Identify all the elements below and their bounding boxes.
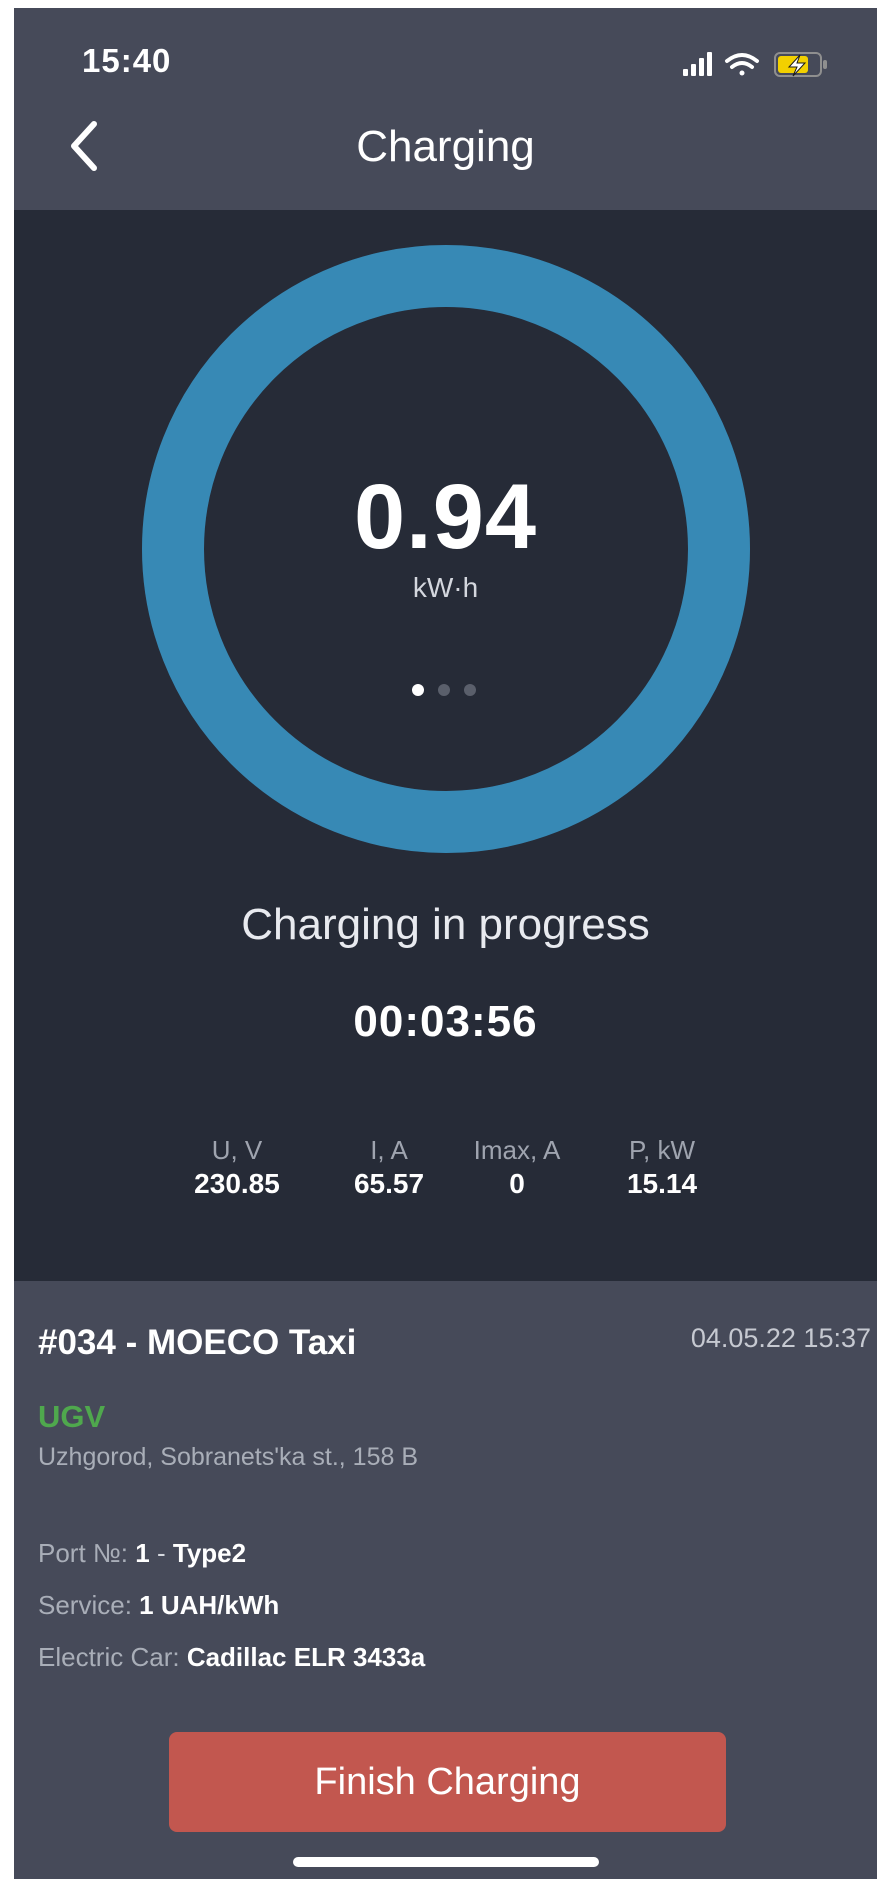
charging-panel: 0.94 kW·h Charging in progress 00:03:56 … [14, 210, 877, 1281]
car-row: Electric Car: Cadillac ELR 3433a [38, 1642, 425, 1673]
metric-value: 0 [509, 1168, 525, 1199]
metric-current: I, A 65.57 [319, 1135, 459, 1200]
car-value: Cadillac ELR 3433a [186, 1642, 426, 1672]
page-dot-3[interactable] [464, 684, 476, 696]
station-title: #034 - MOECO Taxi [38, 1323, 357, 1362]
energy-value: 0.94 [353, 466, 538, 568]
metrics-row: U, V 230.85 I, A 65.57 Imax, A 0 P, kW 1… [14, 1135, 877, 1215]
status-bar: 15:40 [14, 8, 877, 98]
port-row: Port №: 1 - Type2 [38, 1538, 246, 1569]
page-indicator[interactable] [412, 684, 482, 698]
service-value: 1 UAH/kWh [139, 1590, 280, 1620]
status-time: 15:40 [82, 42, 172, 79]
port-label: Port №: [38, 1538, 129, 1568]
page-dot-1[interactable] [412, 684, 424, 696]
charging-status: Charging in progress [241, 900, 650, 949]
status-icons [683, 50, 843, 80]
app-screen: 15:40 Charging 0.94 kW·h Charging in pro… [14, 8, 877, 1879]
page-dot-2[interactable] [438, 684, 450, 696]
metric-label: I, A [370, 1135, 408, 1165]
car-label: Electric Car: [38, 1642, 180, 1672]
home-indicator [293, 1857, 599, 1867]
wifi-icon [725, 53, 759, 76]
metric-voltage: U, V 230.85 [167, 1135, 307, 1200]
metric-power: P, kW 15.14 [592, 1135, 732, 1200]
metric-value: 65.57 [353, 1168, 425, 1199]
service-label: Service: [38, 1590, 132, 1620]
operator-name: UGV [38, 1399, 106, 1434]
metric-label: P, kW [629, 1135, 695, 1165]
charging-timer: 00:03:56 [353, 997, 538, 1046]
energy-unit: kW·h [412, 572, 479, 603]
service-row: Service: 1 UAH/kWh [38, 1590, 279, 1621]
metric-value: 230.85 [194, 1168, 280, 1199]
port-separator: - [156, 1538, 166, 1568]
metric-label: U, V [211, 1135, 263, 1165]
port-number: 1 [135, 1538, 150, 1568]
session-details: #034 - MOECO Taxi 04.05.22 15:37 UGV Uzh… [14, 1281, 877, 1879]
battery-charging-icon [774, 52, 827, 77]
metric-label: Imax, A [473, 1135, 561, 1165]
metric-value: 15.14 [626, 1168, 698, 1199]
session-date: 04.05.22 15:37 [690, 1323, 871, 1353]
cellular-signal-icon [683, 52, 712, 76]
port-type: Type2 [172, 1538, 247, 1568]
page-title: Charging [356, 122, 535, 171]
finish-charging-button[interactable]: Finish Charging [169, 1732, 726, 1832]
nav-bar: Charging [14, 98, 877, 210]
metric-max-current: Imax, A 0 [447, 1135, 587, 1200]
station-address: Uzhgorod, Sobranets'ka st., 158 B [38, 1443, 418, 1471]
